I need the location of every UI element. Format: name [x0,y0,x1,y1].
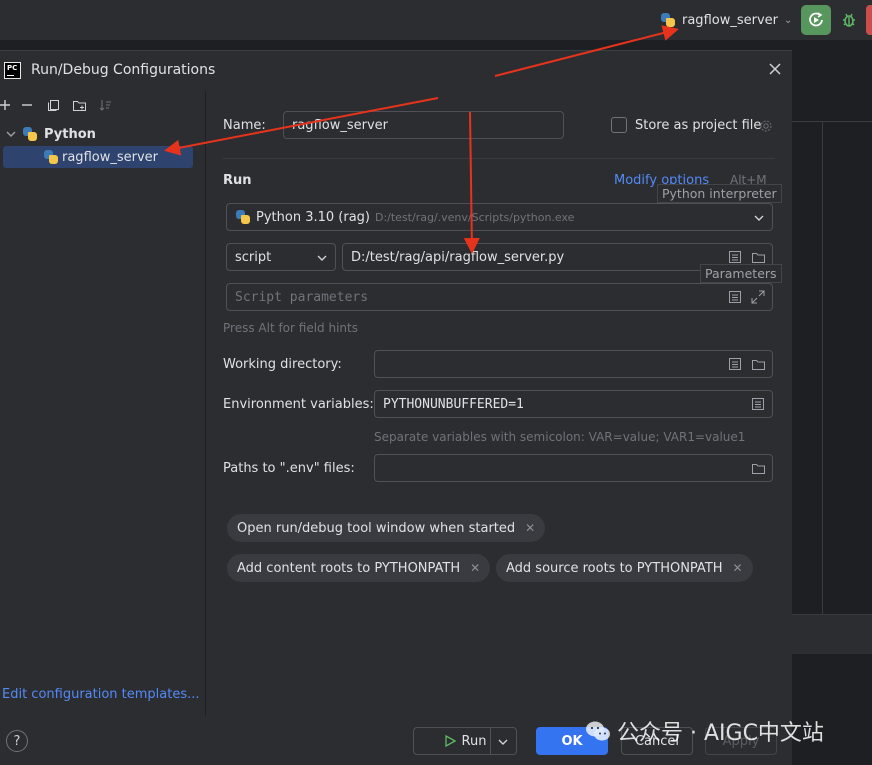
script-parameters-placeholder: Script parameters [235,289,369,305]
field-hints-text: Press Alt for field hints [223,321,358,335]
add-configuration-button[interactable] [0,95,14,115]
script-type-value: script [235,249,272,265]
run-button-label: Run [461,733,487,749]
stop-button[interactable] [866,5,872,35]
copy-icon [47,99,59,111]
remove-configuration-button[interactable] [14,95,40,115]
help-button[interactable]: ? [6,730,28,752]
chevron-down-icon [754,215,764,221]
folder-icon[interactable] [750,460,766,476]
python-icon [235,209,251,225]
environment-variables-field[interactable]: PYTHONUNBUFFERED=1 [374,390,773,418]
dotenv-paths-label: Paths to ".env" files: [223,461,355,476]
name-field[interactable]: ragflow_server [283,111,564,139]
dialog-title: Run/Debug Configurations [31,62,216,78]
tree-item-ragflow-server[interactable]: ragflow_server [3,146,193,168]
chevron-down-icon: ⌄ [784,14,793,26]
close-icon[interactable]: ✕ [470,561,480,575]
expand-text-icon[interactable] [750,396,766,412]
close-button[interactable] [766,62,784,80]
new-folder-button[interactable] [66,95,92,115]
run-configuration-selector[interactable]: ragflow_server ⌄ [660,9,792,31]
folder-icon[interactable] [750,249,766,265]
option-tag-label: Add content roots to PYTHONPATH [237,560,461,576]
configuration-form: Name: ragflow_server Store as project fi… [207,91,792,716]
divider [223,158,775,159]
run-button[interactable]: Run [413,727,517,755]
watermark-text: 公众号 · AIGC中文站 [617,721,824,746]
interpreter-tooltip: Python interpreter [657,184,782,203]
chevron-down-icon [317,255,327,261]
sort-button[interactable] [92,95,118,115]
dialog-title-bar: PC Run/Debug Configurations [0,51,792,91]
close-icon[interactable]: ✕ [733,561,743,575]
run-section-title: Run [223,173,252,188]
option-tag-label: Add source roots to PYTHONPATH [506,560,723,576]
plus-icon [0,100,10,110]
watermark: 公众号 · AIGC中文站 [585,716,824,746]
tree-group-label: Python [44,126,96,142]
expand-text-icon[interactable] [727,249,743,265]
tree-item-label: ragflow_server [62,149,158,165]
option-tag-source-roots[interactable]: Add source roots to PYTHONPATH ✕ [496,554,753,582]
folder-add-icon [72,100,86,111]
option-tag-content-roots[interactable]: Add content roots to PYTHONPATH ✕ [227,554,491,582]
script-path-value: D:/test/rag/api/ragflow_server.py [351,249,565,265]
script-type-select[interactable]: script [226,243,336,271]
maximize-icon[interactable] [750,289,766,305]
dotenv-paths-field[interactable] [374,454,773,482]
chevron-down-icon [6,131,16,137]
expand-text-icon[interactable] [727,289,743,305]
configurations-tree-panel: Python ragflow_server Edit configuration… [0,91,206,765]
environment-variables-value: PYTHONUNBUFFERED=1 [383,396,524,412]
close-icon [769,63,781,75]
gear-icon[interactable] [758,118,774,134]
tree-group-python[interactable]: Python [6,124,96,144]
python-icon [22,126,38,142]
option-tag-open-tool-window[interactable]: Open run/debug tool window when started ✕ [227,514,546,542]
python-icon [660,12,676,28]
rerun-button[interactable] [801,5,831,35]
store-as-project-label: Store as project file [635,118,762,133]
ide-toolbar: ragflow_server ⌄ [0,0,872,40]
name-label: Name: [223,118,266,133]
wechat-icon [586,721,610,741]
run-configuration-label: ragflow_server [682,12,778,28]
script-parameters-field[interactable]: Script parameters [226,283,773,311]
parameters-tooltip: Parameters [700,264,782,283]
debug-button[interactable] [838,9,860,31]
editor-background [792,40,872,765]
sort-icon [99,99,111,111]
close-icon[interactable]: ✕ [525,521,535,535]
python-icon [43,149,59,165]
copy-configuration-button[interactable] [40,95,66,115]
interpreter-select[interactable]: Python 3.10 (rag) D:/test/rag/.venv/Scri… [226,203,773,231]
run-debug-configurations-dialog: PC Run/Debug Configurations Python ragfl… [0,50,792,765]
option-tag-label: Open run/debug tool window when started [237,520,516,536]
edit-templates-link[interactable]: Edit configuration templates... [2,687,200,702]
minus-icon [22,104,32,106]
environment-variables-label: Environment variables: [223,397,374,412]
environment-variables-hint: Separate variables with semicolon: VAR=v… [374,430,746,444]
bug-icon [843,13,855,27]
pycharm-logo: PC [4,62,21,79]
rerun-icon [809,12,823,27]
interpreter-path: D:/test/rag/.venv/Scripts/python.exe [374,210,575,224]
interpreter-name: Python 3.10 (rag) [256,209,370,225]
store-as-project-checkbox[interactable] [611,117,627,133]
working-directory-label: Working directory: [223,357,342,372]
expand-text-icon[interactable] [727,356,743,372]
tree-toolbar [0,95,118,115]
working-directory-field[interactable] [374,350,773,378]
chevron-down-icon[interactable] [498,737,508,747]
name-value: ragflow_server [292,117,388,133]
play-icon [444,735,456,747]
folder-icon[interactable] [750,356,766,372]
